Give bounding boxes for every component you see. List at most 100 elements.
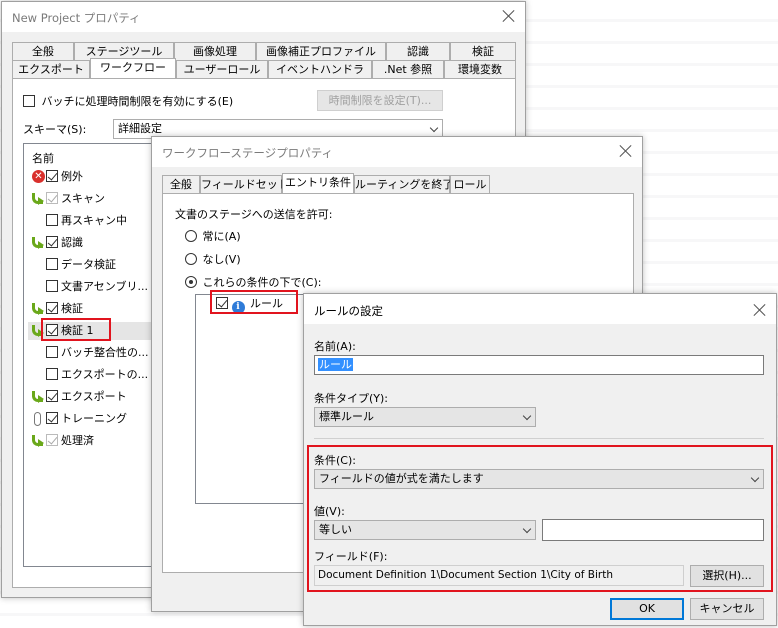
stage-list-item[interactable]: バッチ整合性の... [28, 344, 160, 362]
tab-workflow[interactable]: ワークフロー [90, 58, 176, 78]
stage-checkbox[interactable] [46, 368, 58, 380]
rule-dialog-title: ルールの設定 [314, 304, 383, 318]
stage-checkbox[interactable] [46, 390, 58, 402]
stage-list-item[interactable]: 処理済 [28, 432, 160, 450]
stage-checkbox[interactable] [46, 324, 58, 336]
stage-checkbox[interactable] [46, 302, 58, 314]
allow-label: 文書のステージへの送信を許可: [175, 208, 333, 221]
stage-dialog-title: ワークフローステージプロパティ [162, 146, 334, 160]
condition-select[interactable]: フィールドの値が式を満たします [314, 469, 764, 489]
rule-name-value: ルール [318, 358, 353, 371]
project-dialog-title: New Project プロパティ [12, 11, 141, 25]
stage-label: トレーニング [61, 412, 127, 425]
stage-checkbox[interactable] [46, 214, 58, 226]
cancel-button[interactable]: キャンセル [690, 598, 764, 620]
field-label: フィールド(F): [314, 550, 388, 563]
condition-type-value: 標準ルール [319, 410, 374, 423]
tab-roles[interactable]: ロール [450, 175, 490, 193]
stage-label: 例外 [61, 170, 83, 183]
option-always[interactable]: 常に(A) [185, 228, 241, 244]
rule-item-label: ルール [250, 297, 283, 310]
tab-general[interactable]: 全般 [12, 42, 74, 60]
rule-item[interactable]: i ルール [216, 295, 283, 314]
rule-icon: i [231, 301, 245, 314]
condition-type-label: 条件タイプ(Y): [314, 392, 389, 405]
stage-label: バッチ整合性の... [61, 346, 149, 359]
tab-image-correction-profile[interactable]: 画像補正プロファイル [256, 42, 386, 60]
stage-list-item[interactable]: データ検証 [28, 256, 160, 274]
option-conditions-label: これらの条件の下で(C): [202, 276, 322, 289]
rule-name-input[interactable]: ルール [314, 355, 764, 375]
radio-conditions[interactable] [185, 276, 197, 288]
stage-checkbox[interactable] [46, 434, 58, 446]
stage-list-item[interactable]: 検証 [28, 300, 160, 318]
condition-type-select[interactable]: 標準ルール [314, 407, 536, 427]
stage-list-item[interactable]: ✕ 例外 [28, 168, 160, 186]
stage-list-item[interactable]: エクスポート [28, 388, 160, 406]
field-path-value: Document Definition 1\Document Section 1… [318, 569, 614, 581]
arrow-icon [30, 390, 46, 404]
divider [314, 438, 764, 439]
stage-label: スキャン [61, 192, 105, 205]
tab-event-handlers[interactable]: イベントハンドラ [268, 60, 372, 78]
field-path-input[interactable]: Document Definition 1\Document Section 1… [314, 565, 684, 586]
chevron-down-icon [750, 473, 760, 483]
stage-checkbox[interactable] [46, 236, 58, 248]
stage-list-item[interactable]: 再スキャン中 [28, 212, 160, 230]
stage-checkbox[interactable] [46, 412, 58, 424]
tab-exit-routing[interactable]: ルーティングを終了 [354, 175, 453, 193]
stage-list-item[interactable]: スキャン [28, 190, 160, 208]
rule-settings-dialog: ルールの設定 名前(A): ルール 条件タイプ(Y): 標準ルール 条件(C):… [303, 293, 777, 626]
batch-time-limit-checkbox[interactable] [23, 95, 35, 107]
stage-checkbox[interactable] [46, 192, 58, 204]
tab-export[interactable]: エクスポート [12, 60, 90, 78]
rule-checkbox[interactable] [216, 297, 228, 309]
batch-time-limit-option[interactable]: バッチに処理時間制限を有効にする(E) [23, 93, 233, 109]
tab-verification[interactable]: 検証 [450, 42, 516, 60]
close-icon[interactable] [501, 8, 517, 24]
tab-stage-general[interactable]: 全般 [162, 175, 200, 193]
option-never-label: なし(V) [202, 253, 241, 266]
stage-list-item[interactable]: トレーニング [28, 410, 160, 428]
value-input[interactable] [542, 519, 764, 541]
stage-checkbox[interactable] [46, 280, 58, 292]
tab-user-roles[interactable]: ユーザーロール [176, 60, 268, 78]
stage-list[interactable]: 名前 ✕ 例外スキャン再スキャン中認識データ検証文書アセンブリ... 検証検証 1 バ… [23, 143, 163, 567]
condition-label: 条件(C): [314, 454, 356, 467]
stage-list-item[interactable]: 文書アセンブリ... [28, 278, 160, 296]
value-operator-select[interactable]: 等しい [314, 520, 536, 540]
radio-never[interactable] [185, 253, 197, 265]
close-icon[interactable] [752, 302, 768, 318]
ok-button[interactable]: OK [610, 598, 684, 620]
select-field-button[interactable]: 選択(H)... [690, 565, 764, 587]
rule-name-label: 名前(A): [314, 340, 356, 353]
chevron-down-icon [429, 123, 439, 133]
stage-label: 再スキャン中 [61, 214, 127, 227]
stage-checkbox[interactable] [46, 346, 58, 358]
error-icon: ✕ [32, 170, 45, 183]
stage-checkbox[interactable] [46, 170, 58, 182]
tab-recognition[interactable]: 認識 [386, 42, 450, 60]
stage-list-item[interactable]: 認識 [28, 234, 160, 252]
tab-environment-variables[interactable]: 環境変数 [444, 60, 516, 78]
chevron-down-icon [522, 524, 532, 534]
tab-image-processing[interactable]: 画像処理 [174, 42, 256, 60]
stage-label: 検証 [61, 302, 83, 315]
option-never[interactable]: なし(V) [185, 251, 241, 267]
radio-always[interactable] [185, 230, 197, 242]
chevron-down-icon [522, 411, 532, 421]
rule-dialog-titlebar: ルールの設定 [304, 294, 776, 324]
option-conditions[interactable]: これらの条件の下で(C): [185, 274, 321, 290]
stage-label: 検証 1 [61, 324, 94, 337]
stage-list-item[interactable]: エクスポートの... [28, 366, 160, 384]
close-icon[interactable] [618, 143, 634, 159]
tab-net-references[interactable]: .Net 参照 [372, 60, 444, 78]
set-time-limit-button[interactable]: 時間制限を設定(T)... [317, 90, 443, 111]
stage-checkbox[interactable] [46, 258, 58, 270]
tab-entry-conditions[interactable]: エントリ条件 [282, 173, 354, 193]
tab-field-set[interactable]: フィールドセット [200, 175, 289, 193]
stage-list-header: 名前 [32, 152, 54, 165]
stage-list-item[interactable]: 検証 1 [28, 322, 160, 340]
project-dialog-titlebar: New Project プロパティ [2, 2, 525, 32]
value-operator: 等しい [319, 523, 352, 536]
